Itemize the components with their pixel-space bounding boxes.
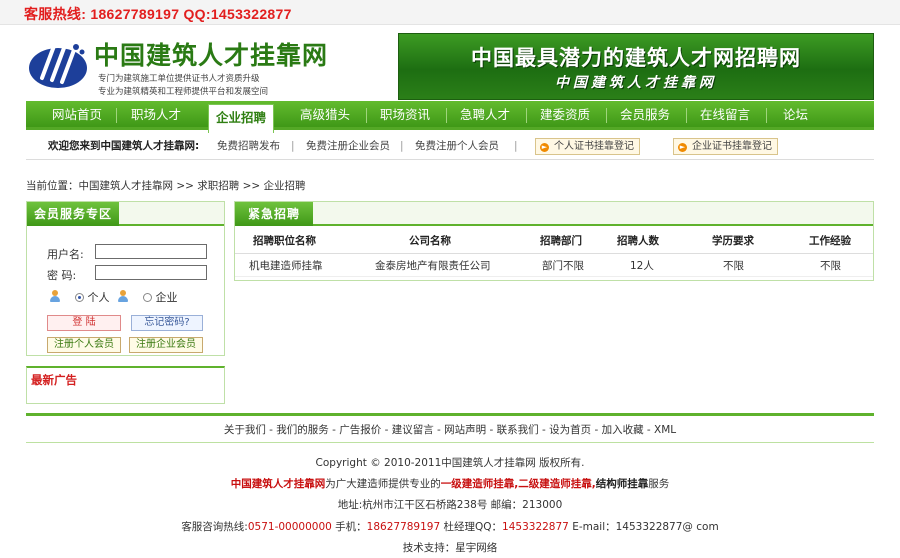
site-logo[interactable]: 中国建筑人才挂靠网 专门为建筑施工单位提供证书人才资质升级 专业为建筑精英和工程…	[28, 34, 388, 97]
nav-item-recruit[interactable]: 企业招聘	[208, 104, 275, 133]
nav-divider	[446, 108, 447, 123]
link-divider: |	[514, 140, 518, 152]
nav-item-qualification[interactable]: 建委资质	[540, 101, 590, 130]
logo-slogan-2: 专业为建筑精英和工程师提供平台和发展空间	[98, 87, 269, 97]
radio-company[interactable]	[143, 293, 152, 302]
urgent-panel-header: 紧急招聘	[235, 202, 873, 226]
nav-divider	[366, 108, 367, 123]
nav-item-member-service[interactable]: 会员服务	[620, 101, 670, 130]
username-input[interactable]	[95, 244, 207, 259]
logo-icon	[29, 44, 87, 88]
col-header-experience: 工作经验	[809, 235, 851, 247]
banner-subline: 中国建筑人才挂靠网	[555, 75, 717, 91]
company-cert-register-button[interactable]: ► 企业证书挂靠登记	[673, 138, 778, 155]
header-banner[interactable]: 中国最具潜力的建筑人才网招聘网 中国建筑人才挂靠网	[398, 33, 874, 100]
register-personal-link[interactable]: 免费注册个人会员	[415, 132, 499, 160]
table-row[interactable]: 机电建造师挂靠 金泰房地产有限责任公司 部门不限 12人 不限 不限	[235, 255, 873, 277]
col-header-department: 招聘部门	[540, 235, 582, 247]
breadcrumb[interactable]: 当前位置：中国建筑人才挂靠网 >> 求职招聘 >> 企业招聘	[26, 178, 306, 193]
intro-structural[interactable]: 结构师挂靠	[596, 478, 649, 490]
logo-slogan-1: 专门为建筑施工单位提供证书人才资质升级	[98, 74, 260, 84]
member-panel-header: 会员服务专区	[27, 202, 224, 226]
personal-cert-register-button[interactable]: ► 个人证书挂靠登记	[535, 138, 640, 155]
contact-tel: 0571-00000000	[247, 521, 332, 533]
nav-item-talent[interactable]: 职场人才	[131, 101, 181, 130]
nav-item-headhunter[interactable]: 高级猎头	[300, 101, 350, 130]
contact-qq: 1453322877	[502, 521, 569, 533]
address-text: 地址:杭州市江干区石桥路238号 邮编：213000	[337, 499, 563, 511]
radio-personal-label: 个人	[87, 291, 110, 304]
member-panel-title: 会员服务专区	[27, 202, 120, 226]
col-header-headcount: 招聘人数	[617, 235, 659, 247]
site-intro: 中国建筑人才挂靠网为广大建造师提供专业的一级建造师挂靠,二级建造师挂靠,结构师挂…	[0, 476, 900, 491]
intro-highlight[interactable]: 一级建造师挂靠,二级建造师挂靠,	[441, 478, 596, 490]
radio-personal[interactable]	[75, 293, 84, 302]
member-login-panel: 会员服务专区 用户名: 密 码: 个人 企业 登 陆 忘记密码? 注册个人会员 …	[26, 201, 225, 356]
hotline-text: 客服热线: 18627789197 QQ:1453322877	[24, 6, 292, 22]
arrow-right-icon: ►	[540, 143, 549, 152]
cell-education: 不限	[723, 260, 744, 272]
contact-line: 客服咨询热线:0571-00000000 手机：18627789197 杜经理Q…	[0, 519, 900, 534]
table-header: 招聘职位名称 公司名称 招聘部门 招聘人数 学历要求 工作经验	[235, 228, 873, 254]
username-label: 用户名:	[47, 248, 84, 261]
banner-headline: 中国最具潜力的建筑人才网招聘网	[471, 46, 801, 70]
intro-end: 服务	[648, 478, 670, 490]
logo-title: 中国建筑人才挂靠网	[94, 41, 329, 70]
link-divider: |	[400, 140, 404, 152]
col-header-education: 学历要求	[712, 235, 754, 247]
nav-item-message[interactable]: 在线留言	[700, 101, 750, 130]
cell-headcount: 12人	[630, 260, 654, 272]
latest-ads-panel: 最新广告	[26, 366, 225, 404]
urgent-recruit-panel: 紧急招聘 招聘职位名称 公司名称 招聘部门 招聘人数 学历要求 工作经验 机电建…	[234, 201, 874, 281]
col-header-company: 公司名称	[409, 235, 451, 247]
contact-label-qq: 杜经理QQ：	[440, 521, 503, 533]
nav-divider	[526, 108, 527, 123]
company-cert-register-label: 企业证书挂靠登记	[692, 141, 772, 152]
copyright-text: Copyright © 2010-2011中国建筑人才挂靠网 版权所有.	[315, 457, 585, 469]
account-type-selector: 个人 企业	[49, 289, 178, 305]
urgent-panel-title: 紧急招聘	[235, 202, 314, 226]
cell-company[interactable]: 金泰房地产有限责任公司	[375, 255, 491, 277]
nav-item-urgent[interactable]: 急聘人才	[460, 101, 510, 130]
cell-position[interactable]: 机电建造师挂靠	[249, 255, 323, 277]
register-personal-button[interactable]: 注册个人会员	[47, 337, 121, 353]
contact-mobile: 18627789197	[366, 521, 441, 533]
hotline-bar: 客服热线: 18627789197 QQ:1453322877	[0, 0, 900, 25]
password-input[interactable]	[95, 265, 207, 280]
cell-experience: 不限	[820, 260, 841, 272]
nav-item-home[interactable]: 网站首页	[52, 101, 102, 130]
link-divider: |	[291, 140, 295, 152]
free-post-job-link[interactable]: 免费招聘发布	[217, 132, 280, 160]
welcome-bar: 欢迎您来到中国建筑人才挂靠网: 免费招聘发布 | 免费注册企业会员 | 免费注册…	[26, 132, 874, 160]
contact-label-mobile: 手机：	[331, 521, 367, 533]
main-nav: 网站首页 职场人才 企业招聘 高级猎头 职场资讯 急聘人才 建委资质 会员服务 …	[26, 101, 874, 133]
welcome-text: 欢迎您来到中国建筑人才挂靠网:	[48, 140, 200, 152]
nav-item-forum[interactable]: 论坛	[783, 101, 808, 130]
cell-department: 部门不限	[542, 260, 584, 272]
latest-ads-title: 最新广告	[31, 373, 77, 387]
contact-label-hotline: 客服咨询热线:	[181, 521, 248, 533]
register-company-button[interactable]: 注册企业会员	[129, 337, 203, 353]
nav-item-news[interactable]: 职场资讯	[380, 101, 430, 130]
intro-text: 为广大建造师提供专业的	[325, 478, 441, 490]
radio-company-label: 企业	[155, 291, 178, 304]
forgot-password-button[interactable]: 忘记密码?	[131, 315, 203, 331]
arrow-right-icon: ►	[678, 143, 687, 152]
footer-nav[interactable]: 关于我们 - 我们的服务 - 广告报价 - 建议留言 - 网站声明 - 联系我们…	[26, 413, 874, 443]
contact-email: E-mail：1453322877@ com	[568, 521, 719, 533]
nav-divider	[606, 108, 607, 123]
person-icon	[49, 290, 60, 303]
intro-site-name[interactable]: 中国建筑人才挂靠网	[231, 478, 326, 490]
company-icon	[117, 290, 128, 303]
nav-divider	[116, 108, 117, 123]
personal-cert-register-label: 个人证书挂靠登记	[554, 141, 634, 152]
nav-divider	[686, 108, 687, 123]
login-button[interactable]: 登 陆	[47, 315, 121, 331]
password-label: 密 码:	[47, 269, 77, 282]
tech-support-text: 技术支持：星宇网络	[402, 542, 498, 554]
nav-divider	[766, 108, 767, 123]
col-header-position: 招聘职位名称	[253, 235, 316, 247]
register-company-link[interactable]: 免费注册企业会员	[306, 132, 390, 160]
